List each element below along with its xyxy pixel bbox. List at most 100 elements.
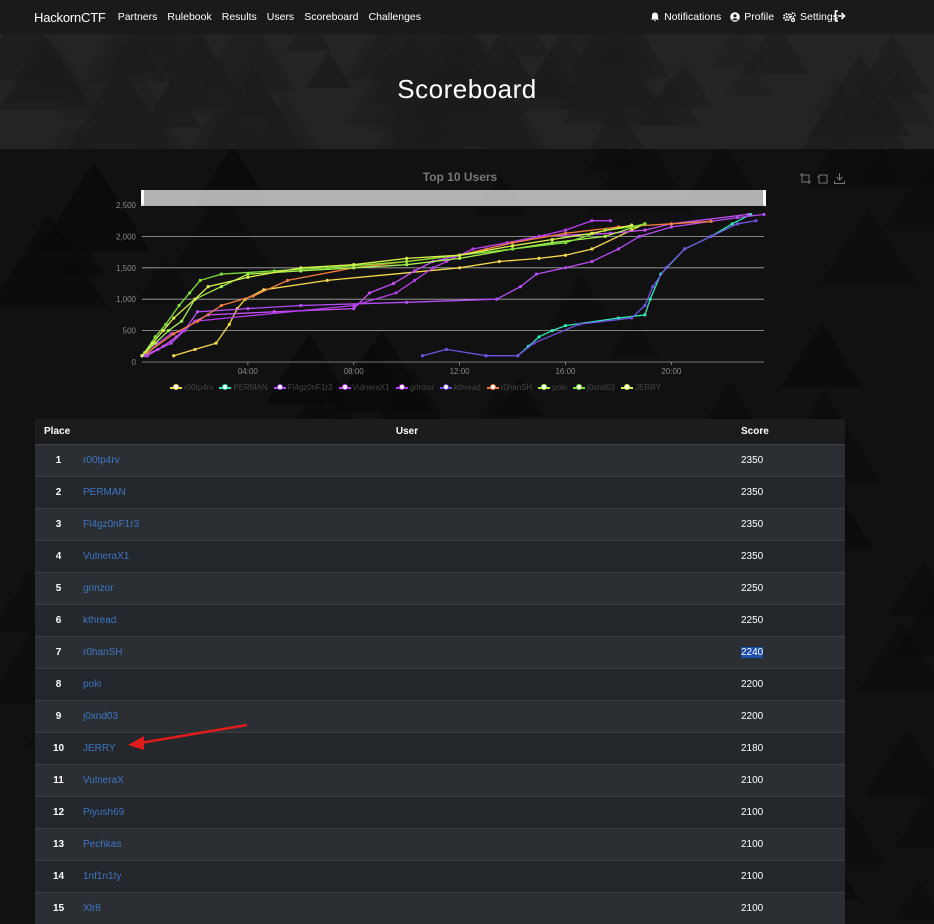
series-point (471, 247, 475, 251)
nav-notifications[interactable]: Notifications (650, 11, 721, 23)
legend-item[interactable]: r0hanSH (486, 383, 532, 392)
row-user-cell: Xlr8 (79, 892, 735, 924)
legend-item[interactable]: grinzor (395, 383, 434, 392)
zoom-icon[interactable] (800, 173, 811, 184)
logout-icon[interactable] (834, 10, 846, 22)
series-point (537, 335, 541, 339)
legend-item[interactable]: kthread (440, 383, 481, 392)
series-point (444, 347, 448, 352)
legend-item[interactable]: Fl4gz0nF1r3 (273, 383, 333, 392)
page-title: Scoreboard (397, 74, 537, 104)
y-tick-label: 1,500 (116, 264, 137, 273)
series-point (510, 241, 515, 245)
brand-logo[interactable]: HackornCTF (34, 10, 106, 25)
nav-partners[interactable]: Partners (118, 11, 158, 23)
series-point (603, 234, 607, 238)
user-link[interactable]: JERRY (83, 743, 116, 754)
user-link[interactable]: Fl4gz0nF1r3 (83, 519, 139, 530)
legend-item[interactable]: poki (538, 383, 567, 392)
legend-marker (338, 383, 351, 390)
table-row: 8 poki 2200 (35, 668, 845, 700)
user-link[interactable]: Pechkas (83, 839, 121, 850)
chart-toolbox (800, 173, 845, 184)
series-line (422, 220, 757, 357)
series-point (563, 266, 568, 270)
series-line (146, 220, 712, 354)
series-point (161, 344, 165, 348)
legend-item[interactable]: PERMAN (219, 383, 268, 392)
user-link[interactable]: poki (83, 679, 101, 690)
table-header-row: Place User Score (35, 419, 845, 444)
nav-scoreboard[interactable]: Scoreboard (304, 11, 358, 23)
series-point (669, 225, 673, 229)
nav-settings[interactable]: Settings (783, 11, 838, 23)
series-point (172, 316, 176, 320)
row-score: 2250 (741, 582, 764, 594)
series-point (590, 247, 594, 251)
legend-item[interactable]: r00tp4rv (170, 383, 213, 392)
row-score: 2350 (741, 454, 764, 466)
nav-rulebook[interactable]: Rulebook (167, 11, 211, 23)
legend-item[interactable]: j0xnd03 (572, 383, 616, 392)
series-point (195, 310, 200, 314)
series-point (730, 222, 734, 226)
x-tick-label: 16:00 (555, 367, 576, 376)
download-icon[interactable] (834, 173, 845, 184)
user-link[interactable]: grinzor (83, 583, 114, 594)
row-user-cell: Fl4gz0nF1r3 (79, 508, 735, 540)
series-point (518, 285, 523, 289)
series-point (643, 228, 647, 232)
row-score-cell: 2250 (735, 572, 845, 604)
series-point (180, 319, 184, 323)
user-link[interactable]: 1nf1n1ty (83, 871, 121, 882)
legend-item[interactable]: VulneraX1 (338, 383, 390, 392)
user-link[interactable]: r00tp4rv (83, 455, 120, 466)
table-row: 7 r0hanSH 2240 (35, 636, 845, 668)
legend-label: j0xnd03 (586, 383, 616, 392)
row-score: 2200 (741, 710, 764, 722)
chart-canvas: 0 500 1,000 1,500 2,000 2,500 04:00 08:00 12:00 1… (116, 190, 766, 376)
x-tick-label: 12:00 (450, 367, 471, 376)
series-point (174, 335, 179, 339)
series-point (608, 219, 613, 223)
nav-users[interactable]: Users (267, 11, 294, 23)
score-header[interactable]: Score (735, 419, 845, 444)
series-point (709, 219, 713, 223)
table-row: 15 Xlr8 2100 (35, 892, 845, 924)
series-point (352, 266, 356, 270)
row-place: 9 (55, 710, 62, 722)
series-point (219, 303, 224, 308)
user-link[interactable]: PERMAN (83, 487, 126, 498)
nav-profile[interactable]: Profile (730, 11, 774, 23)
user-link[interactable]: kthread (83, 615, 116, 626)
user-link[interactable]: VulneraX1 (83, 551, 129, 562)
user-link[interactable]: j0xnd03 (83, 711, 118, 722)
series-point (352, 263, 356, 267)
series-point (638, 234, 642, 238)
user-link[interactable]: Piyush69 (83, 807, 124, 818)
series-point (754, 219, 758, 223)
user-link[interactable]: r0hanSH (83, 647, 122, 658)
row-user-cell: poki (79, 668, 735, 700)
series-point (227, 322, 231, 326)
user-link[interactable]: Xlr8 (83, 903, 101, 914)
series-point (484, 354, 488, 358)
series-point (431, 266, 435, 270)
legend-item[interactable]: JERRY (621, 383, 661, 392)
user-header[interactable]: User (79, 419, 735, 444)
series-point (172, 354, 176, 358)
scoreboard-table: Place User Score 1 r00tp4rv 2350 2 PERMAN 235… (35, 419, 845, 924)
restore-icon[interactable] (817, 173, 828, 184)
nav-results[interactable]: Results (222, 11, 257, 23)
series-point (161, 329, 165, 333)
row-place: 15 (52, 902, 65, 914)
nav-challenges[interactable]: Challenges (368, 11, 421, 23)
legend-label: kthread (454, 383, 481, 392)
series-point (150, 341, 155, 345)
series-point (563, 241, 568, 245)
series-point (577, 322, 581, 326)
user-link[interactable]: VulneraX (83, 775, 124, 786)
place-header[interactable]: Place (35, 419, 79, 444)
series-point (246, 275, 250, 279)
legend-marker (395, 383, 408, 390)
